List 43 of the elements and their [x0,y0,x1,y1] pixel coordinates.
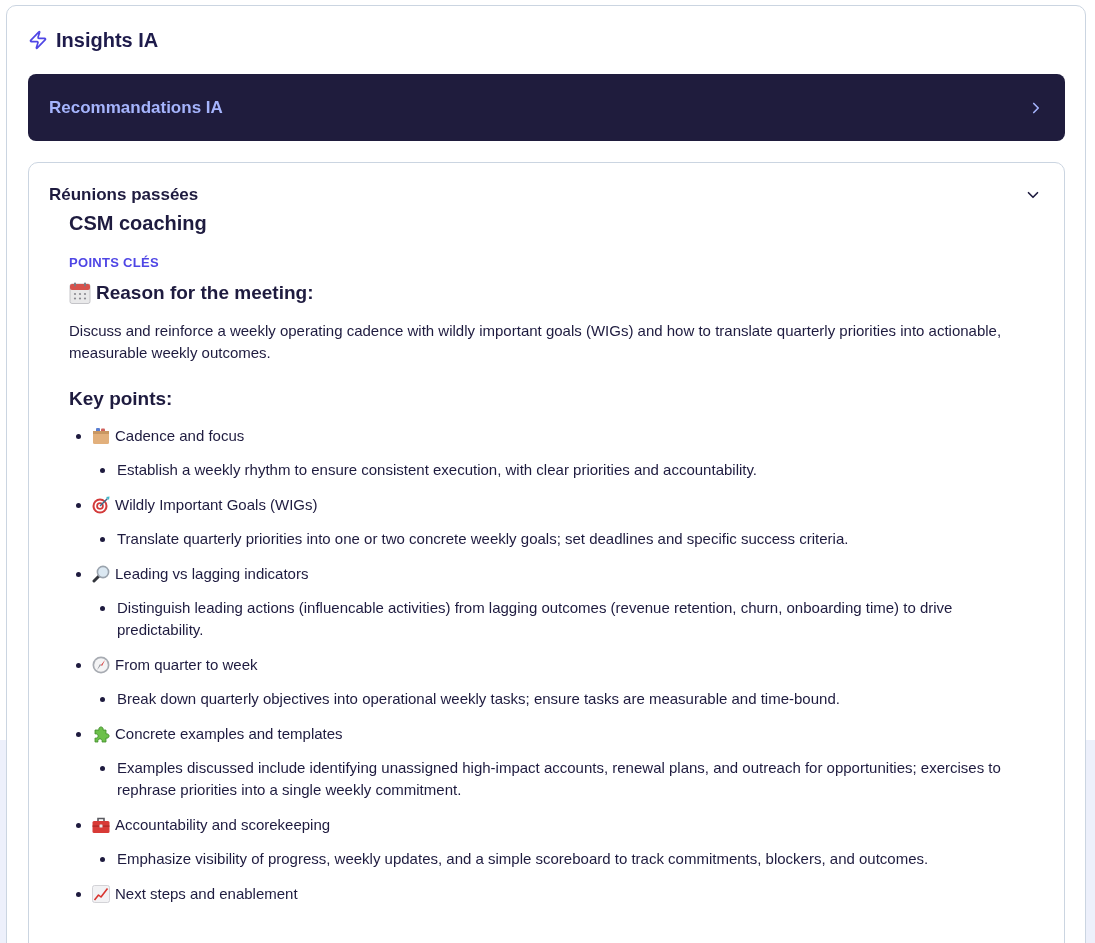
key-point-title: Accountability and scorekeeping [115,815,331,835]
bullet-icon [76,503,81,508]
key-point-detail: Examples discussed include identifying unassigned high-impact accounts, renewal plans, and outreach for opportunities; exercises to rephrase priorities into a single weekly commitment. [117,758,1002,800]
bullet-icon [100,606,105,611]
bullet-icon [100,537,105,542]
puzzle-piece-icon [92,725,110,743]
key-point-detail: Emphasize visibility of progress, weekly updates, and a simple scoreboard to track commitments, blockers, and outcomes. [117,849,930,869]
bullet-icon [76,732,81,737]
key-point-title: Cadence and focus [115,426,245,446]
section-label: POINTS CLÉS [69,254,160,272]
bullet-icon [100,468,105,473]
bullet-icon [76,663,81,668]
line-chart-icon [92,885,110,903]
reason-text: Discuss and reinforce a weekly operating cadence with wildly important goals (WIGs) and how to translate quarterly priorities into actionable, measurable weekly outcomes. [69,321,1003,363]
lightning-icon [28,30,48,50]
recommendations-header[interactable]: Recommandations IA [28,74,1065,141]
past-meetings-header[interactable]: Réunions passées [29,163,1064,210]
calendar-icon [69,282,91,304]
reason-heading: Reason for the meeting: [96,281,314,305]
key-point-detail: Establish a weekly rhythm to ensure consistent execution, with clear priorities and accountability. [117,460,759,480]
target-icon [92,496,110,514]
compass-icon [92,656,110,674]
key-point-title: Concrete examples and templates [115,724,343,744]
panel-title: Insights IA [56,29,159,51]
bullet-icon [76,823,81,828]
key-point-title: Wildly Important Goals (WIGs) [115,495,318,515]
key-point-title: Next steps and enablement [115,884,298,904]
box-icon [92,427,110,445]
key-points-heading: Key points: [69,387,173,411]
key-point-detail: Break down quarterly objectives into operational weekly tasks; ensure tasks are measurable and time-bound. [117,689,841,709]
bullet-icon [76,892,81,897]
bullet-icon [100,697,105,702]
bullet-icon [100,857,105,862]
magnifier-icon [92,565,110,583]
bullet-icon [76,434,81,439]
key-point-detail: Translate quarterly priorities into one or two concrete weekly goals; set deadlines and specific success criteria. [117,529,850,549]
key-point-title: From quarter to week [115,655,258,675]
bullet-icon [100,766,105,771]
meeting-title: CSM coaching [69,211,208,236]
toolbox-icon [92,816,110,834]
key-point-title: Leading vs lagging indicators [115,564,309,584]
key-point-detail: Distinguish leading actions (influencable activities) from lagging outcomes (revenue retention, churn, onboarding time) to drive predictability. [117,598,954,640]
bullet-icon [76,572,81,577]
